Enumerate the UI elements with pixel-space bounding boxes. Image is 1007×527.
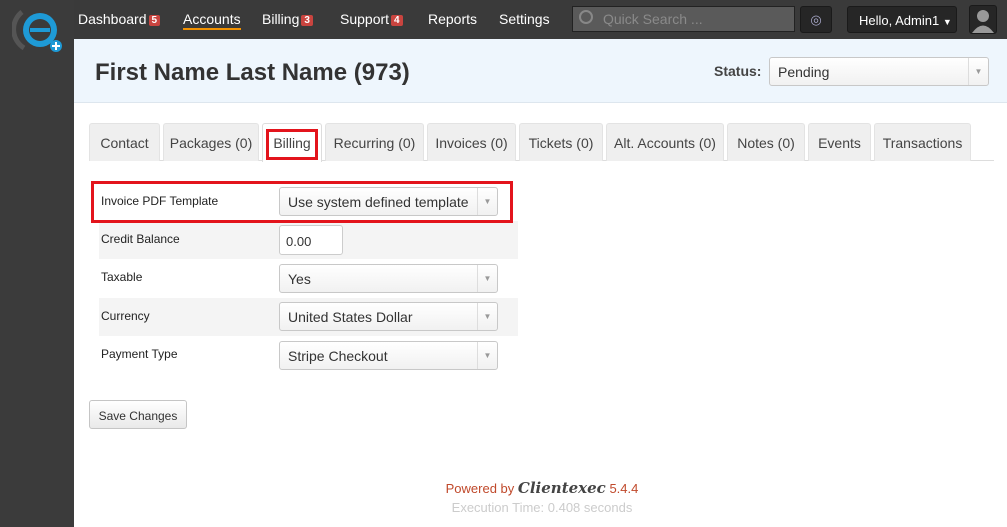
badge: 5	[148, 15, 161, 26]
badge: 4	[391, 15, 403, 26]
search-icon	[579, 10, 593, 24]
field-label: Currency	[101, 309, 150, 323]
user-menu-button[interactable]: Hello, Admin1 ▼	[847, 6, 957, 33]
target-button[interactable]: ◎	[800, 6, 832, 33]
execution-time: Execution Time: 0.408 seconds	[451, 500, 633, 515]
taxable-row: Taxable Yes ▼	[99, 259, 518, 297]
tab-transactions[interactable]: Transactions	[874, 123, 971, 161]
chevron-down-icon: ▼	[477, 303, 497, 330]
credit-balance-row: Credit Balance 0.00	[99, 221, 518, 259]
avatar[interactable]	[969, 5, 997, 34]
chevron-down-icon: ▼	[477, 342, 497, 369]
nav-support[interactable]: Support 4	[340, 11, 403, 27]
tab-packages[interactable]: Packages (0)	[163, 123, 259, 161]
tab-alt-accounts[interactable]: Alt. Accounts (0)	[606, 123, 724, 161]
target-icon: ◎	[810, 12, 822, 27]
page-header: First Name Last Name (973) Status: Pendi…	[74, 39, 1007, 103]
tab-recurring[interactable]: Recurring (0)	[325, 123, 424, 161]
tab-tickets[interactable]: Tickets (0)	[519, 123, 603, 161]
nav-reports[interactable]: Reports	[428, 11, 477, 27]
save-changes-button[interactable]: Save Changes	[89, 400, 187, 429]
clientexec-logo-icon[interactable]	[12, 4, 62, 52]
status-value: Pending	[778, 64, 830, 80]
nav-accounts[interactable]: Accounts	[183, 11, 241, 30]
nav-label: Billing	[262, 11, 300, 27]
field-label: Taxable	[101, 270, 143, 284]
user-icon	[972, 10, 994, 33]
tab-contact[interactable]: Contact	[89, 123, 160, 161]
field-label: Credit Balance	[101, 232, 180, 246]
search-placeholder: Quick Search ...	[603, 11, 703, 27]
nav-billing[interactable]: Billing 3	[262, 11, 313, 27]
select-value: Yes	[288, 271, 311, 287]
tab-events[interactable]: Events	[808, 123, 871, 161]
currency-row: Currency United States Dollar ▼	[99, 298, 518, 336]
version: 5.4.4	[609, 481, 639, 496]
payment-type-select[interactable]: Stripe Checkout ▼	[279, 341, 498, 370]
nav-dashboard[interactable]: Dashboard 5	[78, 11, 161, 27]
highlight-box	[91, 181, 513, 223]
tab-notes[interactable]: Notes (0)	[727, 123, 805, 161]
clientexec-brand-logo[interactable]: Clientexec	[518, 479, 606, 497]
currency-select[interactable]: United States Dollar ▼	[279, 302, 498, 331]
select-value: United States Dollar	[288, 309, 413, 325]
tab-invoices[interactable]: Invoices (0)	[427, 123, 516, 161]
nav-settings[interactable]: Settings	[499, 11, 550, 27]
chevron-down-icon: ▼	[477, 265, 497, 292]
nav-label: Support	[340, 11, 390, 27]
taxable-select[interactable]: Yes ▼	[279, 264, 498, 293]
highlight-box	[266, 129, 318, 160]
field-label: Payment Type	[101, 347, 178, 361]
badge: 3	[301, 15, 313, 26]
powered-by: Powered by Clientexec 5.4.4	[0, 479, 1007, 497]
page-title: First Name Last Name (973)	[95, 59, 410, 86]
status-label: Status:	[714, 63, 762, 79]
caret-down-icon: ▼	[942, 17, 952, 27]
sidebar	[0, 0, 74, 527]
payment-type-row: Payment Type Stripe Checkout ▼	[99, 336, 518, 374]
quick-search-input[interactable]: Quick Search ...	[572, 6, 795, 32]
status-select[interactable]: Pending ▼	[769, 57, 989, 86]
tab-bar: Contact Packages (0) Billing Recurring (…	[89, 123, 994, 162]
credit-balance-input[interactable]: 0.00	[279, 225, 343, 255]
nav-label: Dashboard	[78, 11, 147, 27]
user-label: Hello, Admin1	[859, 13, 940, 28]
powered-by-text: Powered by	[445, 481, 515, 496]
chevron-down-icon: ▼	[968, 58, 988, 85]
select-value: Stripe Checkout	[288, 348, 388, 364]
